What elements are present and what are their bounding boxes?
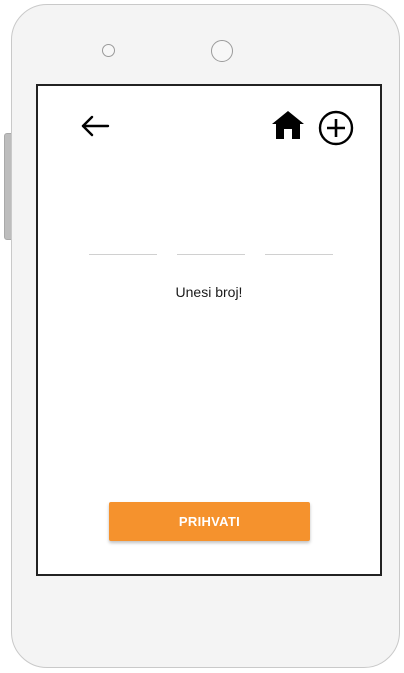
device-camera bbox=[211, 40, 233, 62]
enter-number-prompt: Unesi broj! bbox=[175, 284, 243, 300]
circle-plus-icon[interactable] bbox=[318, 110, 354, 146]
app-screen: Unesi broj! PRIHVATI bbox=[36, 84, 382, 576]
home-icon[interactable] bbox=[271, 110, 305, 140]
digit-field-3[interactable] bbox=[265, 254, 333, 255]
digit-field-2[interactable] bbox=[177, 254, 245, 255]
mockup-canvas: Unesi broj! PRIHVATI bbox=[0, 0, 404, 673]
digit-field-1[interactable] bbox=[89, 254, 157, 255]
accept-button[interactable]: PRIHVATI bbox=[109, 502, 310, 541]
arrow-left-icon[interactable] bbox=[80, 114, 110, 138]
device-sensor bbox=[102, 44, 115, 57]
